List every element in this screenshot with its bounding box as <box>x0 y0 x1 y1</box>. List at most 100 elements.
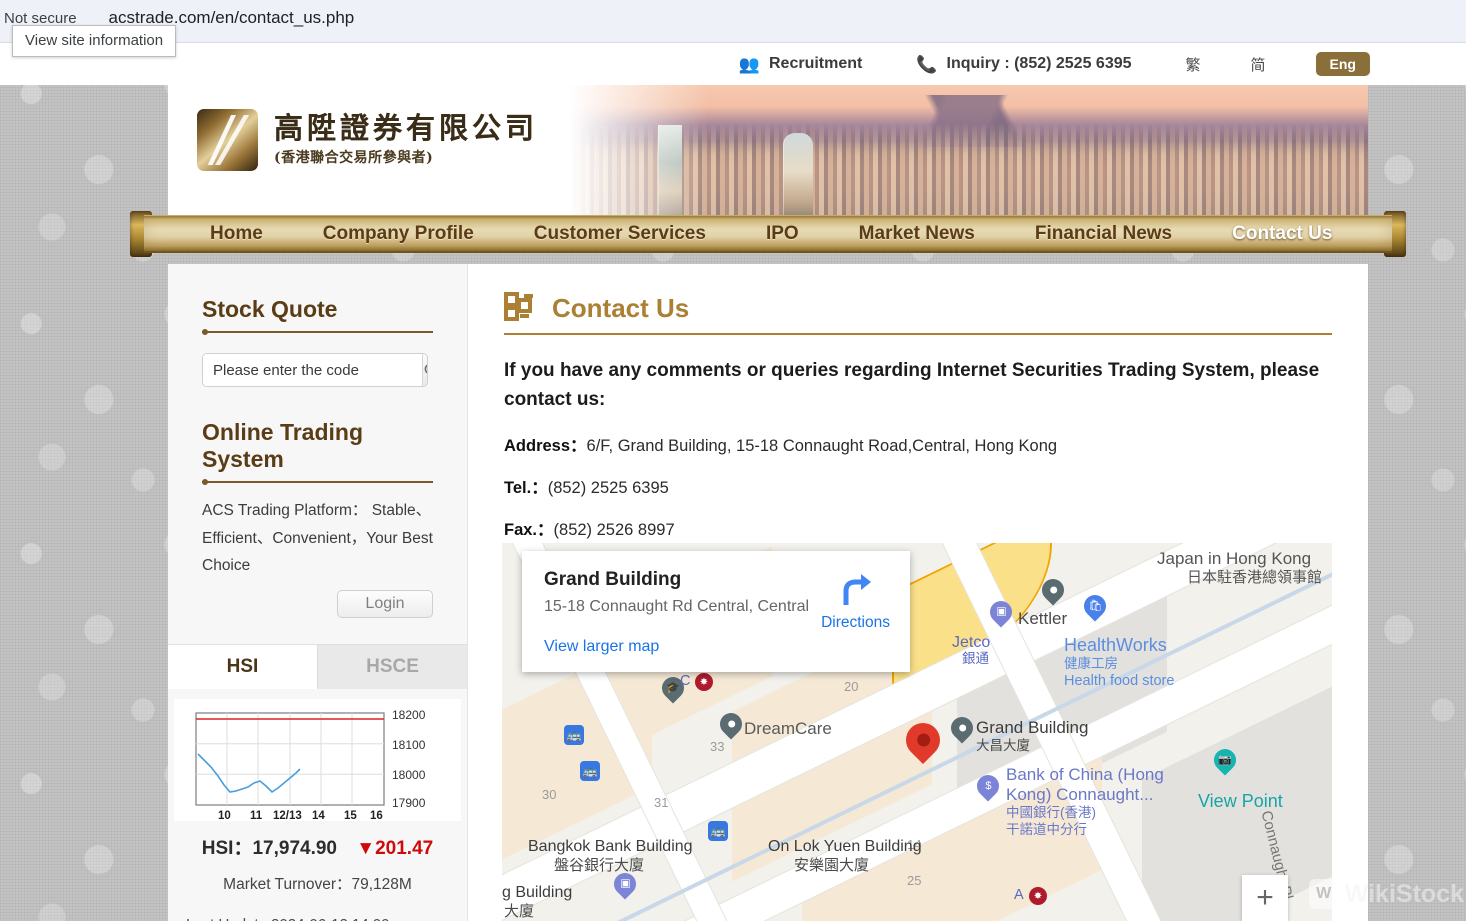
map-bus-stop-icon[interactable]: 🚌 <box>708 821 728 841</box>
map-street-number: 20 <box>844 679 859 694</box>
online-trading-heading: Online Trading System <box>202 419 364 472</box>
map-pin-jetco[interactable]: ▣ <box>985 596 1017 631</box>
page-title-row: Contact Us <box>504 292 1332 324</box>
map-label-healthworks-cn: 健康工房 <box>1064 656 1118 671</box>
map-zoom-in-button[interactable]: + <box>1242 875 1288 921</box>
map-label-bangkok-bank: Bangkok Bank Building <box>528 838 693 855</box>
map-label-healthworks: HealthWorks <box>1064 635 1167 655</box>
nav-item-ipo[interactable]: IPO <box>766 223 799 245</box>
map-label-boc-cn2: 干諾道中分行 <box>1006 822 1087 837</box>
market-turnover: Market Turnover：79,128M <box>223 875 412 893</box>
nav-item-home[interactable]: Home <box>210 223 263 245</box>
svg-text:18100: 18100 <box>392 738 426 752</box>
map-marker-current-location[interactable] <box>898 715 948 769</box>
nav-item-customer-services[interactable]: Customer Services <box>534 223 706 245</box>
directions-label: Directions <box>821 614 890 631</box>
nav-item-financial-news[interactable]: Financial News <box>1035 223 1172 245</box>
map-label-japan-consulate: Japan in Hong Kong <box>1157 549 1312 568</box>
map-pin-healthworks[interactable]: 🛍 <box>1079 590 1111 625</box>
map-pin-view-point[interactable]: 📷 <box>1209 744 1241 779</box>
hsi-label: HSI： <box>201 837 253 859</box>
map-bus-stop-icon[interactable]: 🚌 <box>580 761 600 781</box>
site-logo[interactable]: 高陞證券有限公司 (香港聯合交易所參與者) <box>197 109 538 171</box>
map-mtr-icon[interactable]: ✸ <box>695 673 713 691</box>
browser-chrome-bar: Not secure acstrade.com/en/contact_us.ph… <box>0 0 1466 43</box>
svg-text:18200: 18200 <box>392 708 426 722</box>
nav-item-market-news[interactable]: Market News <box>859 223 975 245</box>
map-label-boc-line1: Bank of China (Hong <box>1006 765 1164 784</box>
wikistock-watermark-text: WikiStock <box>1344 879 1464 908</box>
svg-text:12/13: 12/13 <box>273 810 302 822</box>
site-header: 高陞證券有限公司 (香港聯合交易所參與者) <box>168 85 1368 219</box>
language-simplified-chinese[interactable]: 简 <box>1251 54 1266 75</box>
last-update-text: Last Update:2024-06-12 14:00 <box>168 916 467 921</box>
stock-search-button[interactable] <box>422 354 427 386</box>
interlocking-squares-icon <box>504 292 533 321</box>
fax-label: Fax.： <box>504 521 554 539</box>
fax-value: (852) 2526 8997 <box>553 521 675 539</box>
map-pin-dreamcare[interactable] <box>715 708 747 743</box>
fax-row: Fax.：(852) 2526 8997 <box>504 516 1332 540</box>
address-value: 6/F, Grand Building, 15-18 Connaught Roa… <box>586 437 1058 455</box>
map-label-bangkok-bank-cn: 盤谷銀行大廈 <box>554 857 645 874</box>
view-larger-map-link[interactable]: View larger map <box>544 638 888 656</box>
svg-text:11: 11 <box>250 810 263 822</box>
map-pin-grand-building[interactable] <box>946 712 978 747</box>
language-traditional-chinese[interactable]: 繁 <box>1186 54 1201 75</box>
banner-fade-overlay <box>558 85 708 219</box>
map-label-dreamcare: DreamCare <box>744 719 832 738</box>
map-label-japan-consulate-cn: 日本駐香港總領事館 <box>1187 569 1323 586</box>
hsi-index-chart: 18200 18100 18000 17900 10 11 12/13 14 1… <box>174 698 461 822</box>
intro-paragraph: If you have any comments or queries rega… <box>504 360 1320 410</box>
page-content: Stock Quote Online Trading System ACS Tr… <box>168 264 1368 921</box>
map-bus-stop-icon[interactable]: 🚌 <box>564 725 584 745</box>
inquiry-link[interactable]: 📞 Inquiry : (852) 2525 6395 <box>916 55 1131 73</box>
security-status-label[interactable]: Not secure <box>0 10 77 27</box>
map-pin-bank-of-china[interactable]: $ <box>972 770 1004 805</box>
stock-quote-search[interactable] <box>202 353 428 387</box>
location-map[interactable]: 30 31 33 25 14 20 21 ▣ 🛍 $ 📷 🎓 ▣ 🚌 🚌 � <box>502 543 1332 921</box>
svg-text:18000: 18000 <box>392 768 426 782</box>
phone-icon: 📞 <box>916 54 938 74</box>
hsi-value: 17,974.90 <box>252 837 337 859</box>
hsi-value-row: HSI：17,974.90 ▼201.47 <box>168 833 467 860</box>
map-mtr-icon[interactable]: ✸ <box>1029 887 1047 905</box>
language-english[interactable]: Eng <box>1315 52 1370 76</box>
site-information-tooltip: View site information <box>12 25 177 57</box>
login-button[interactable]: Login <box>337 589 433 618</box>
recruitment-link[interactable]: 👥 Recruitment <box>739 55 863 73</box>
heading-divider-2 <box>202 479 433 485</box>
nav-item-contact-us[interactable]: Contact Us <box>1232 223 1332 245</box>
hongkong-skyline-banner-image <box>558 85 1368 219</box>
map-label-partial-building: g Building <box>502 884 573 901</box>
map-label-boc-cn1: 中國銀行(香港) <box>1006 805 1096 820</box>
map-label-jetco-cn: 銀通 <box>962 651 989 666</box>
wikistock-watermark: W WikiStock <box>1308 879 1464 909</box>
tab-hsce[interactable]: HSCE <box>317 644 467 689</box>
ifc-tower-shape <box>783 133 813 219</box>
svg-text:16: 16 <box>370 810 383 822</box>
svg-text:14: 14 <box>312 810 325 822</box>
acs-logo-mark-icon <box>197 109 258 171</box>
nav-item-company-profile[interactable]: Company Profile <box>323 223 474 245</box>
map-label-a: A <box>1014 887 1024 903</box>
hsi-change-value: ▼201.47 <box>356 837 434 859</box>
directions-button[interactable]: Directions <box>821 573 890 632</box>
address-label: Address： <box>504 437 587 455</box>
main-column: Contact Us If you have any comments or q… <box>468 264 1368 921</box>
map-pin-kettler[interactable] <box>1037 574 1069 609</box>
recruitment-label: Recruitment <box>769 55 863 72</box>
stock-quote-heading: Stock Quote <box>202 296 338 322</box>
tab-hsi[interactable]: HSI <box>168 644 317 689</box>
map-label-health-food-store: Health food store <box>1064 673 1175 689</box>
map-pin-atm[interactable]: ▣ <box>609 868 641 903</box>
map-street-number: 30 <box>542 787 557 802</box>
site-container: 高陞證券有限公司 (香港聯合交易所參與者) Stock Quote Please… <box>168 85 1368 921</box>
tel-label: Tel.： <box>504 479 548 497</box>
main-navigation: Home Company Profile Customer Services I… <box>130 211 1406 257</box>
index-tabs: HSI HSCE <box>168 643 467 689</box>
stock-code-input[interactable] <box>203 354 422 386</box>
svg-text:15: 15 <box>344 810 357 822</box>
inquiry-label: Inquiry : (852) 2525 6395 <box>946 55 1132 72</box>
heading-divider <box>202 329 433 335</box>
